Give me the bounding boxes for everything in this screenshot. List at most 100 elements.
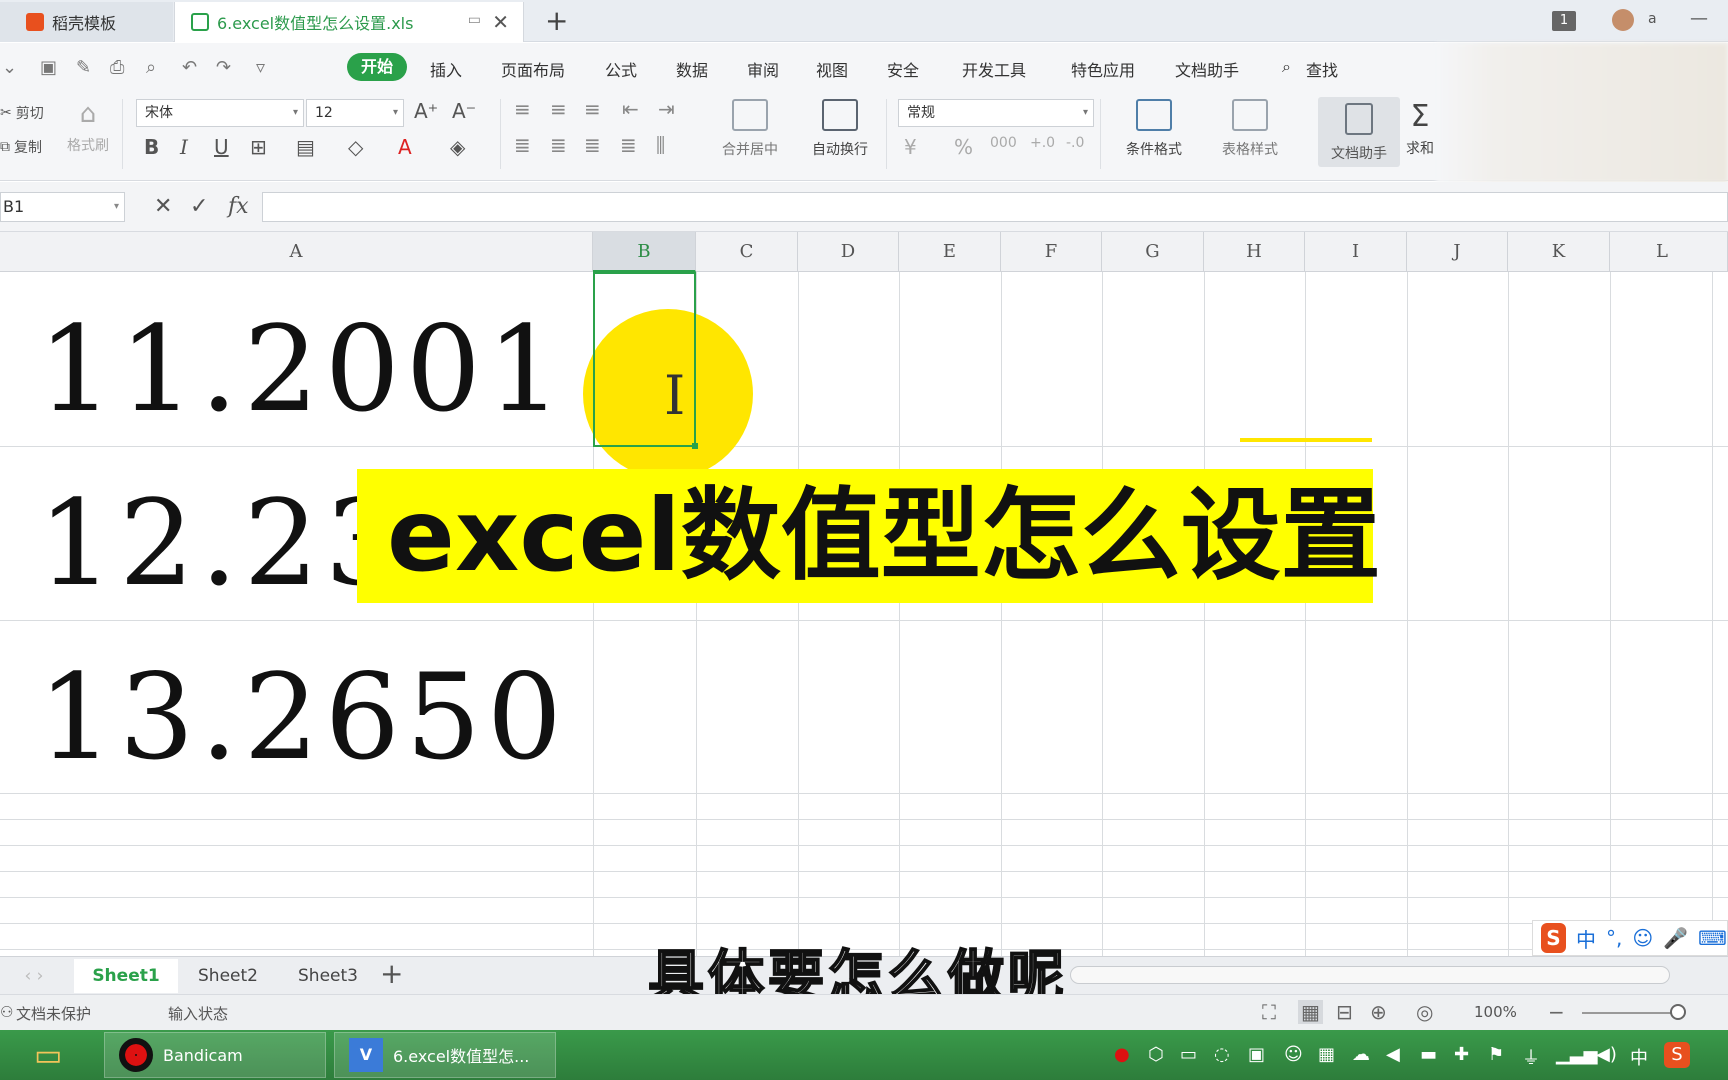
sheet-tab-2[interactable]: Sheet2 <box>178 959 278 993</box>
display-tray-icon[interactable]: ▦ <box>1318 1044 1335 1065</box>
number-format-select[interactable]: 常规 ▾ <box>898 99 1094 127</box>
column-header-c[interactable]: C <box>696 232 798 272</box>
microphone-icon[interactable]: 🎤 <box>1663 926 1688 950</box>
usb-tray-icon[interactable]: ⏚ <box>1522 1044 1540 1070</box>
scroll-tabs-icon[interactable]: ‹ › <box>4 959 64 993</box>
cloud-tray-icon[interactable]: ☁ <box>1352 1044 1370 1065</box>
merge-center-button[interactable]: 合并居中 <box>708 99 792 159</box>
format-painter-button[interactable]: ⌂ 格式刷 <box>46 99 130 155</box>
column-header-d[interactable]: D <box>798 232 899 272</box>
protection-status[interactable]: 文档未保护 <box>16 1003 91 1024</box>
taskbar-excel-window[interactable]: V 6.excel数值型怎... <box>334 1032 556 1078</box>
pin-icon[interactable]: ▭ <box>468 12 481 28</box>
indent-decrease-icon[interactable]: ⇤ <box>622 97 639 121</box>
menu-special-apps[interactable]: 特色应用 <box>1071 57 1135 81</box>
menu-review[interactable]: 审阅 <box>747 57 779 81</box>
decrease-decimal-icon[interactable]: -.0 <box>1066 135 1084 151</box>
increase-decimal-icon[interactable]: +.0 <box>1030 135 1055 151</box>
record-tray-icon[interactable]: ● <box>1114 1044 1130 1065</box>
window-count-badge[interactable]: 1 <box>1552 11 1576 31</box>
column-header-k[interactable]: K <box>1508 232 1610 272</box>
clear-icon[interactable]: ◈ <box>450 135 465 159</box>
italic-icon[interactable]: I <box>180 135 188 159</box>
cell-a2[interactable]: 12.23 <box>38 484 406 602</box>
keyboard-icon[interactable]: ⌨ <box>1698 926 1727 950</box>
fullscreen-icon[interactable]: ⛶ <box>1262 1000 1276 1024</box>
doc-helper-button[interactable]: 文档助手 <box>1318 97 1400 167</box>
file-explorer-button[interactable]: ▭ <box>20 1032 96 1078</box>
menu-doc-helper[interactable]: 文档助手 <box>1175 57 1239 81</box>
print-icon[interactable]: ⎙ <box>110 57 124 78</box>
menu-toggle-icon[interactable]: ⌄ <box>2 57 17 78</box>
insert-function-button[interactable]: fx <box>228 194 249 219</box>
align-top-icon[interactable]: ≡ <box>514 97 531 121</box>
underline-icon[interactable]: U <box>214 135 229 159</box>
add-sheet-button[interactable]: + <box>380 957 403 990</box>
ime-tray-indicator[interactable]: 中 <box>1630 1044 1648 1070</box>
column-header-h[interactable]: H <box>1204 232 1305 272</box>
column-header-b[interactable]: B <box>593 232 696 272</box>
zoom-slider-knob[interactable] <box>1670 1004 1686 1020</box>
fill-color-icon[interactable]: ◇ <box>348 135 363 159</box>
redo-icon[interactable]: ↷ <box>216 57 231 78</box>
align-middle-icon[interactable]: ≡ <box>550 97 567 121</box>
menu-start[interactable]: 开始 <box>347 53 407 81</box>
monitor-tray-icon[interactable]: ▭ <box>1180 1044 1197 1065</box>
avatar[interactable] <box>1612 9 1634 31</box>
column-header-e[interactable]: E <box>899 232 1001 272</box>
align-center-icon[interactable]: ≣ <box>550 133 567 157</box>
security-tray-icon[interactable]: ✚ <box>1454 1044 1469 1065</box>
cancel-icon[interactable]: ✕ <box>154 194 172 219</box>
volume-tray-icon[interactable]: ◀) <box>1596 1044 1617 1065</box>
print-preview-icon[interactable]: ⌕ <box>146 57 156 78</box>
page-break-view-icon[interactable]: ⊟ <box>1336 1000 1353 1024</box>
fill-handle[interactable] <box>692 443 698 449</box>
indent-increase-icon[interactable]: ⇥ <box>658 97 675 121</box>
wechat-tray-icon[interactable]: ◌ <box>1214 1044 1230 1065</box>
column-header-l[interactable]: L <box>1610 232 1728 272</box>
distributed-icon[interactable]: ⫼ <box>656 133 665 157</box>
decrease-font-icon[interactable]: A⁻ <box>452 99 476 123</box>
confirm-icon[interactable]: ✓ <box>190 194 208 219</box>
format-painter-qa-icon[interactable]: ✎ <box>76 57 91 78</box>
reading-mode-icon[interactable]: ⊕ <box>1370 1000 1387 1024</box>
align-bottom-icon[interactable]: ≡ <box>584 97 601 121</box>
worksheet-grid[interactable]: 11.2001 12.23 13.2650 I excel数值型怎么设置 <box>0 272 1728 956</box>
column-header-g[interactable]: G <box>1102 232 1204 272</box>
column-header-f[interactable]: F <box>1001 232 1102 272</box>
fill-style-icon[interactable]: ▤ <box>296 135 315 159</box>
customize-icon[interactable]: ▿ <box>256 57 265 78</box>
qq-tray-icon[interactable]: ☺ <box>1284 1044 1303 1065</box>
justify-icon[interactable]: ≣ <box>620 133 637 157</box>
cut-button[interactable]: ✂ 剪切 <box>0 103 44 123</box>
sogou-tray-icon[interactable]: S <box>1664 1042 1690 1068</box>
minimize-button[interactable]: — <box>1690 8 1708 29</box>
align-right-icon[interactable]: ≣ <box>584 133 601 157</box>
horizontal-scrollbar[interactable] <box>1070 966 1670 984</box>
menu-formulas[interactable]: 公式 <box>605 57 637 81</box>
menu-view[interactable]: 视图 <box>816 57 848 81</box>
menu-security[interactable]: 安全 <box>887 57 919 81</box>
normal-view-icon[interactable]: ▦ <box>1298 1000 1323 1024</box>
column-header-a[interactable]: A <box>0 232 593 272</box>
cell-a1[interactable]: 11.2001 <box>38 310 568 428</box>
emoji-icon[interactable]: ☺ <box>1632 926 1653 950</box>
undo-icon[interactable]: ↶ <box>182 57 197 78</box>
cell-a3[interactable]: 13.2650 <box>38 658 568 776</box>
font-name-select[interactable]: 宋体 ▾ <box>136 99 304 127</box>
taskbar-bandicam[interactable]: Bandicam <box>104 1032 326 1078</box>
menu-insert[interactable]: 插入 <box>430 57 462 81</box>
percent-icon[interactable]: % <box>954 135 973 159</box>
tab-docer-templates[interactable]: 稻壳模板 <box>0 2 173 42</box>
eye-protection-icon[interactable]: ◎ <box>1416 1000 1433 1024</box>
menu-data[interactable]: 数据 <box>676 57 708 81</box>
battery-tray-icon[interactable]: ▬ <box>1420 1044 1437 1065</box>
menu-developer[interactable]: 开发工具 <box>962 57 1026 81</box>
font-size-select[interactable]: 12 ▾ <box>306 99 404 127</box>
close-tab-icon[interactable]: ✕ <box>492 10 509 34</box>
new-tab-button[interactable]: + <box>545 4 568 37</box>
save-icon[interactable]: ▣ <box>40 57 57 78</box>
network-tray-icon[interactable]: ▁▃▅ <box>1556 1044 1598 1065</box>
user-name[interactable]: a <box>1648 11 1657 27</box>
punctuation-icon[interactable]: °, <box>1606 926 1622 950</box>
